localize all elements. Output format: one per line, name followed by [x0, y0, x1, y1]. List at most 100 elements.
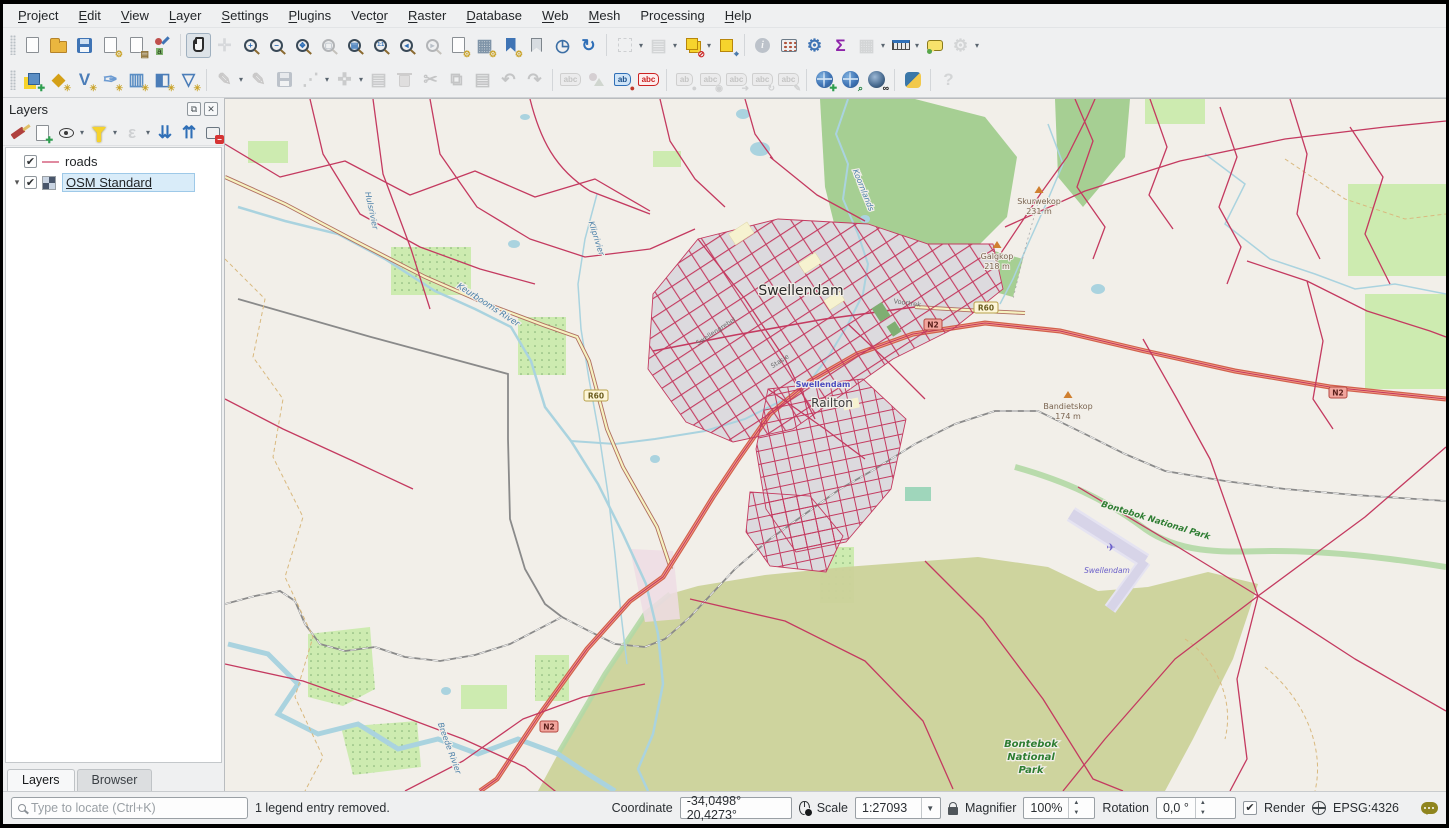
- tab-browser[interactable]: Browser: [77, 769, 153, 791]
- messages-icon[interactable]: [1421, 802, 1438, 814]
- remove-layer-icon[interactable]: [202, 122, 224, 144]
- select-features-by-value-icon: ▤: [646, 33, 671, 58]
- new-print-layout-icon[interactable]: ⚙: [98, 33, 123, 58]
- layer-diagram-options-icon[interactable]: abc: [636, 67, 661, 92]
- copy-features-icon: ⧉: [444, 67, 469, 92]
- select-by-location-icon[interactable]: ⌖: [714, 33, 739, 58]
- statistical-summary-icon[interactable]: Σ: [828, 33, 853, 58]
- menu-raster[interactable]: Raster: [399, 6, 455, 25]
- map-canvas[interactable]: N2N2N2R60R60 Skurwekop231 mGalgkop218 mB…: [225, 98, 1446, 791]
- menu-processing[interactable]: Processing: [631, 6, 713, 25]
- new-geopackage-layer-icon[interactable]: ◆✳: [46, 67, 71, 92]
- python-console-icon[interactable]: [900, 67, 925, 92]
- diagram-options-icon: [584, 67, 609, 92]
- show-layout-manager-icon[interactable]: ▤: [124, 33, 149, 58]
- menu-layer[interactable]: Layer: [160, 6, 211, 25]
- menu-vector[interactable]: Vector: [342, 6, 397, 25]
- menu-settings[interactable]: Settings: [212, 6, 277, 25]
- search-osm-icon[interactable]: ∞: [864, 67, 889, 92]
- map-tips-icon[interactable]: [922, 33, 947, 58]
- magnifier-spinbox[interactable]: 100% ▲▼: [1023, 797, 1095, 819]
- new-shapefile-layer-icon[interactable]: V✳: [72, 67, 97, 92]
- layer-expander[interactable]: ▾: [10, 177, 24, 188]
- new-3d-map-view-icon[interactable]: ▦⚙: [472, 33, 497, 58]
- new-map-view-icon[interactable]: ⚙: [446, 33, 471, 58]
- layer-visibility-checkbox[interactable]: ✔: [24, 176, 37, 189]
- add-group-icon[interactable]: ✚: [31, 122, 53, 144]
- toolbar-grip[interactable]: [10, 70, 16, 90]
- spinner-arrows[interactable]: ▲▼: [1195, 798, 1210, 818]
- menu-mesh[interactable]: Mesh: [580, 6, 630, 25]
- layer-name[interactable]: roads: [65, 154, 98, 169]
- expand-all-icon[interactable]: ⇊: [154, 122, 176, 144]
- spinner-arrows[interactable]: ▲▼: [1068, 798, 1083, 818]
- close-panel-button[interactable]: ✕: [204, 102, 218, 116]
- new-spatial-bookmark-icon[interactable]: ⚙: [498, 33, 523, 58]
- menu-project[interactable]: Project: [9, 6, 68, 25]
- layer-labeling-options-icon[interactable]: ab●: [610, 67, 635, 92]
- zoom-full-icon[interactable]: ❖: [290, 33, 315, 58]
- zoom-out-icon[interactable]: −: [264, 33, 289, 58]
- new-mesh-layer-icon[interactable]: ◧✳: [150, 67, 175, 92]
- metasearch-add-service-icon[interactable]: ✚: [812, 67, 837, 92]
- crs-globe-icon[interactable]: [1312, 801, 1326, 815]
- locate-box[interactable]: [11, 797, 248, 819]
- pan-map-icon[interactable]: [186, 33, 211, 58]
- toolbar-project-navigation: ⚙▤✛+−❖▢▤1:1◂▸⚙▦⚙⚙◷↻▾▤▾⊘▾⌖i⚙Σ▦▾▾⚙▾: [3, 28, 1446, 62]
- save-project-icon[interactable]: [72, 33, 97, 58]
- coordinate-field[interactable]: -34,0498° 20,4273°: [680, 797, 792, 819]
- menu-web[interactable]: Web: [533, 6, 578, 25]
- lock-icon[interactable]: [948, 807, 958, 815]
- deselect-features-icon[interactable]: ⊘: [680, 33, 705, 58]
- float-panel-button[interactable]: ⧉: [187, 102, 201, 116]
- layer-name[interactable]: OSM Standard: [62, 173, 195, 192]
- chevron-down-icon[interactable]: ▼: [921, 798, 938, 818]
- new-spatialite-layer-icon[interactable]: ✑✳: [98, 67, 123, 92]
- scale-combobox[interactable]: 1:27093 ▼: [855, 797, 941, 819]
- style-manager-icon[interactable]: [150, 33, 175, 58]
- open-project-icon[interactable]: [46, 33, 71, 58]
- zoom-last-icon[interactable]: ◂: [394, 33, 419, 58]
- chevron-down-icon[interactable]: ▾: [78, 128, 86, 137]
- qgis-window: ProjectEditViewLayerSettingsPluginsVecto…: [3, 4, 1446, 824]
- filter-legend-icon[interactable]: [88, 122, 110, 144]
- show-spatial-bookmarks-icon[interactable]: [524, 33, 549, 58]
- menu-view[interactable]: View: [112, 6, 158, 25]
- chevron-down-icon: ▾: [879, 41, 887, 50]
- toolbar-grip[interactable]: [10, 35, 16, 55]
- metasearch-icon[interactable]: ⌕: [838, 67, 863, 92]
- new-project-icon[interactable]: [20, 33, 45, 58]
- zoom-native-icon[interactable]: 1:1: [368, 33, 393, 58]
- layer-row-osm-standard[interactable]: ▾✔ OSM Standard: [6, 172, 221, 193]
- refresh-map-icon[interactable]: ↻: [576, 33, 601, 58]
- layer-row-roads[interactable]: ✔ roads: [6, 151, 221, 172]
- new-temporary-scratch-layer-icon[interactable]: ▥✳: [124, 67, 149, 92]
- layer-styling-panel-icon[interactable]: [7, 122, 29, 144]
- chevron-down-icon[interactable]: ▾: [705, 41, 713, 50]
- chevron-down-icon[interactable]: ▾: [913, 41, 921, 50]
- menu-edit[interactable]: Edit: [70, 6, 110, 25]
- processing-toolbox-icon[interactable]: ⚙: [802, 33, 827, 58]
- data-source-manager-icon[interactable]: ✚: [20, 67, 45, 92]
- tab-layers[interactable]: Layers: [7, 769, 75, 791]
- zoom-in-icon[interactable]: +: [238, 33, 263, 58]
- zoom-to-layer-icon[interactable]: ▤: [342, 33, 367, 58]
- chevron-down-icon[interactable]: ▾: [111, 128, 119, 137]
- status-message: 1 legend entry removed.: [255, 801, 390, 815]
- menu-plugins[interactable]: Plugins: [279, 6, 340, 25]
- locate-input[interactable]: [31, 801, 241, 815]
- toolbar-separator: [552, 69, 553, 91]
- extents-toggle-icon[interactable]: [799, 801, 810, 815]
- new-virtual-layer-icon[interactable]: ▽✳: [176, 67, 201, 92]
- svg-text:R60: R60: [588, 392, 604, 401]
- menu-help[interactable]: Help: [716, 6, 761, 25]
- menu-database[interactable]: Database: [457, 6, 531, 25]
- measure-icon[interactable]: [888, 33, 913, 58]
- collapse-all-icon[interactable]: ⇈: [178, 122, 200, 144]
- rotation-spinbox[interactable]: 0,0 ° ▲▼: [1156, 797, 1236, 819]
- render-checkbox[interactable]: ✔: [1243, 801, 1257, 815]
- layer-visibility-checkbox[interactable]: ✔: [24, 155, 37, 168]
- temporal-controller-icon[interactable]: ◷: [550, 33, 575, 58]
- manage-map-themes-icon[interactable]: [55, 122, 77, 144]
- field-calculator-icon[interactable]: [776, 33, 801, 58]
